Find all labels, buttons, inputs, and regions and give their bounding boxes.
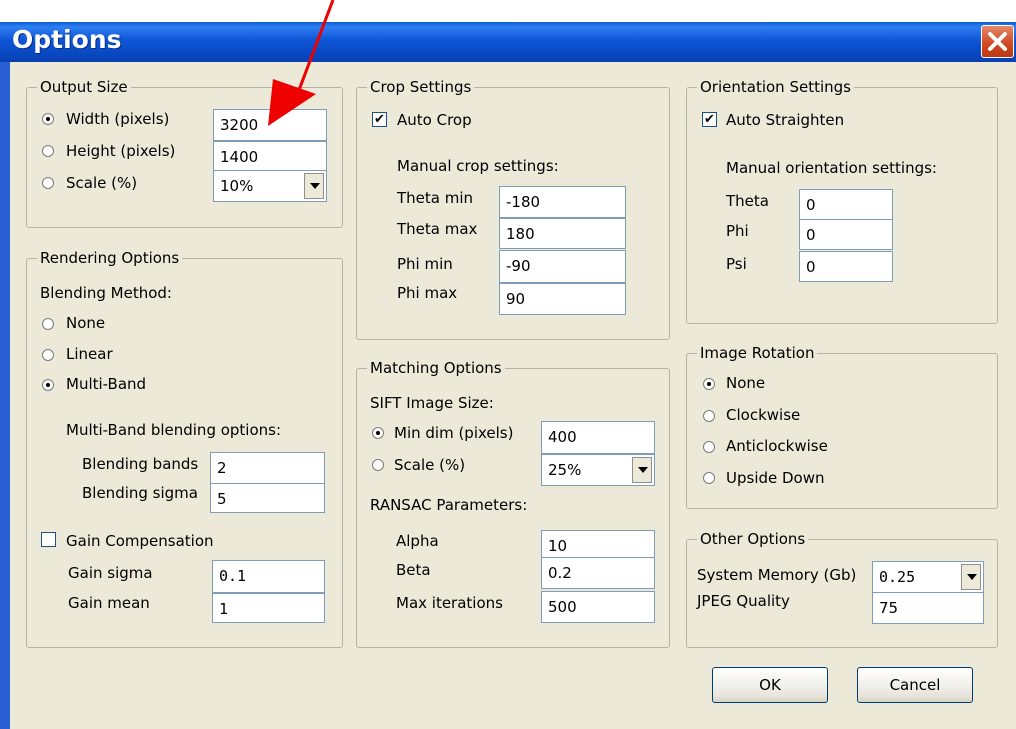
annotation-arrow xyxy=(268,0,335,126)
options-dialog: Options Output Size Width (pixels) 3200 … xyxy=(0,0,1016,729)
